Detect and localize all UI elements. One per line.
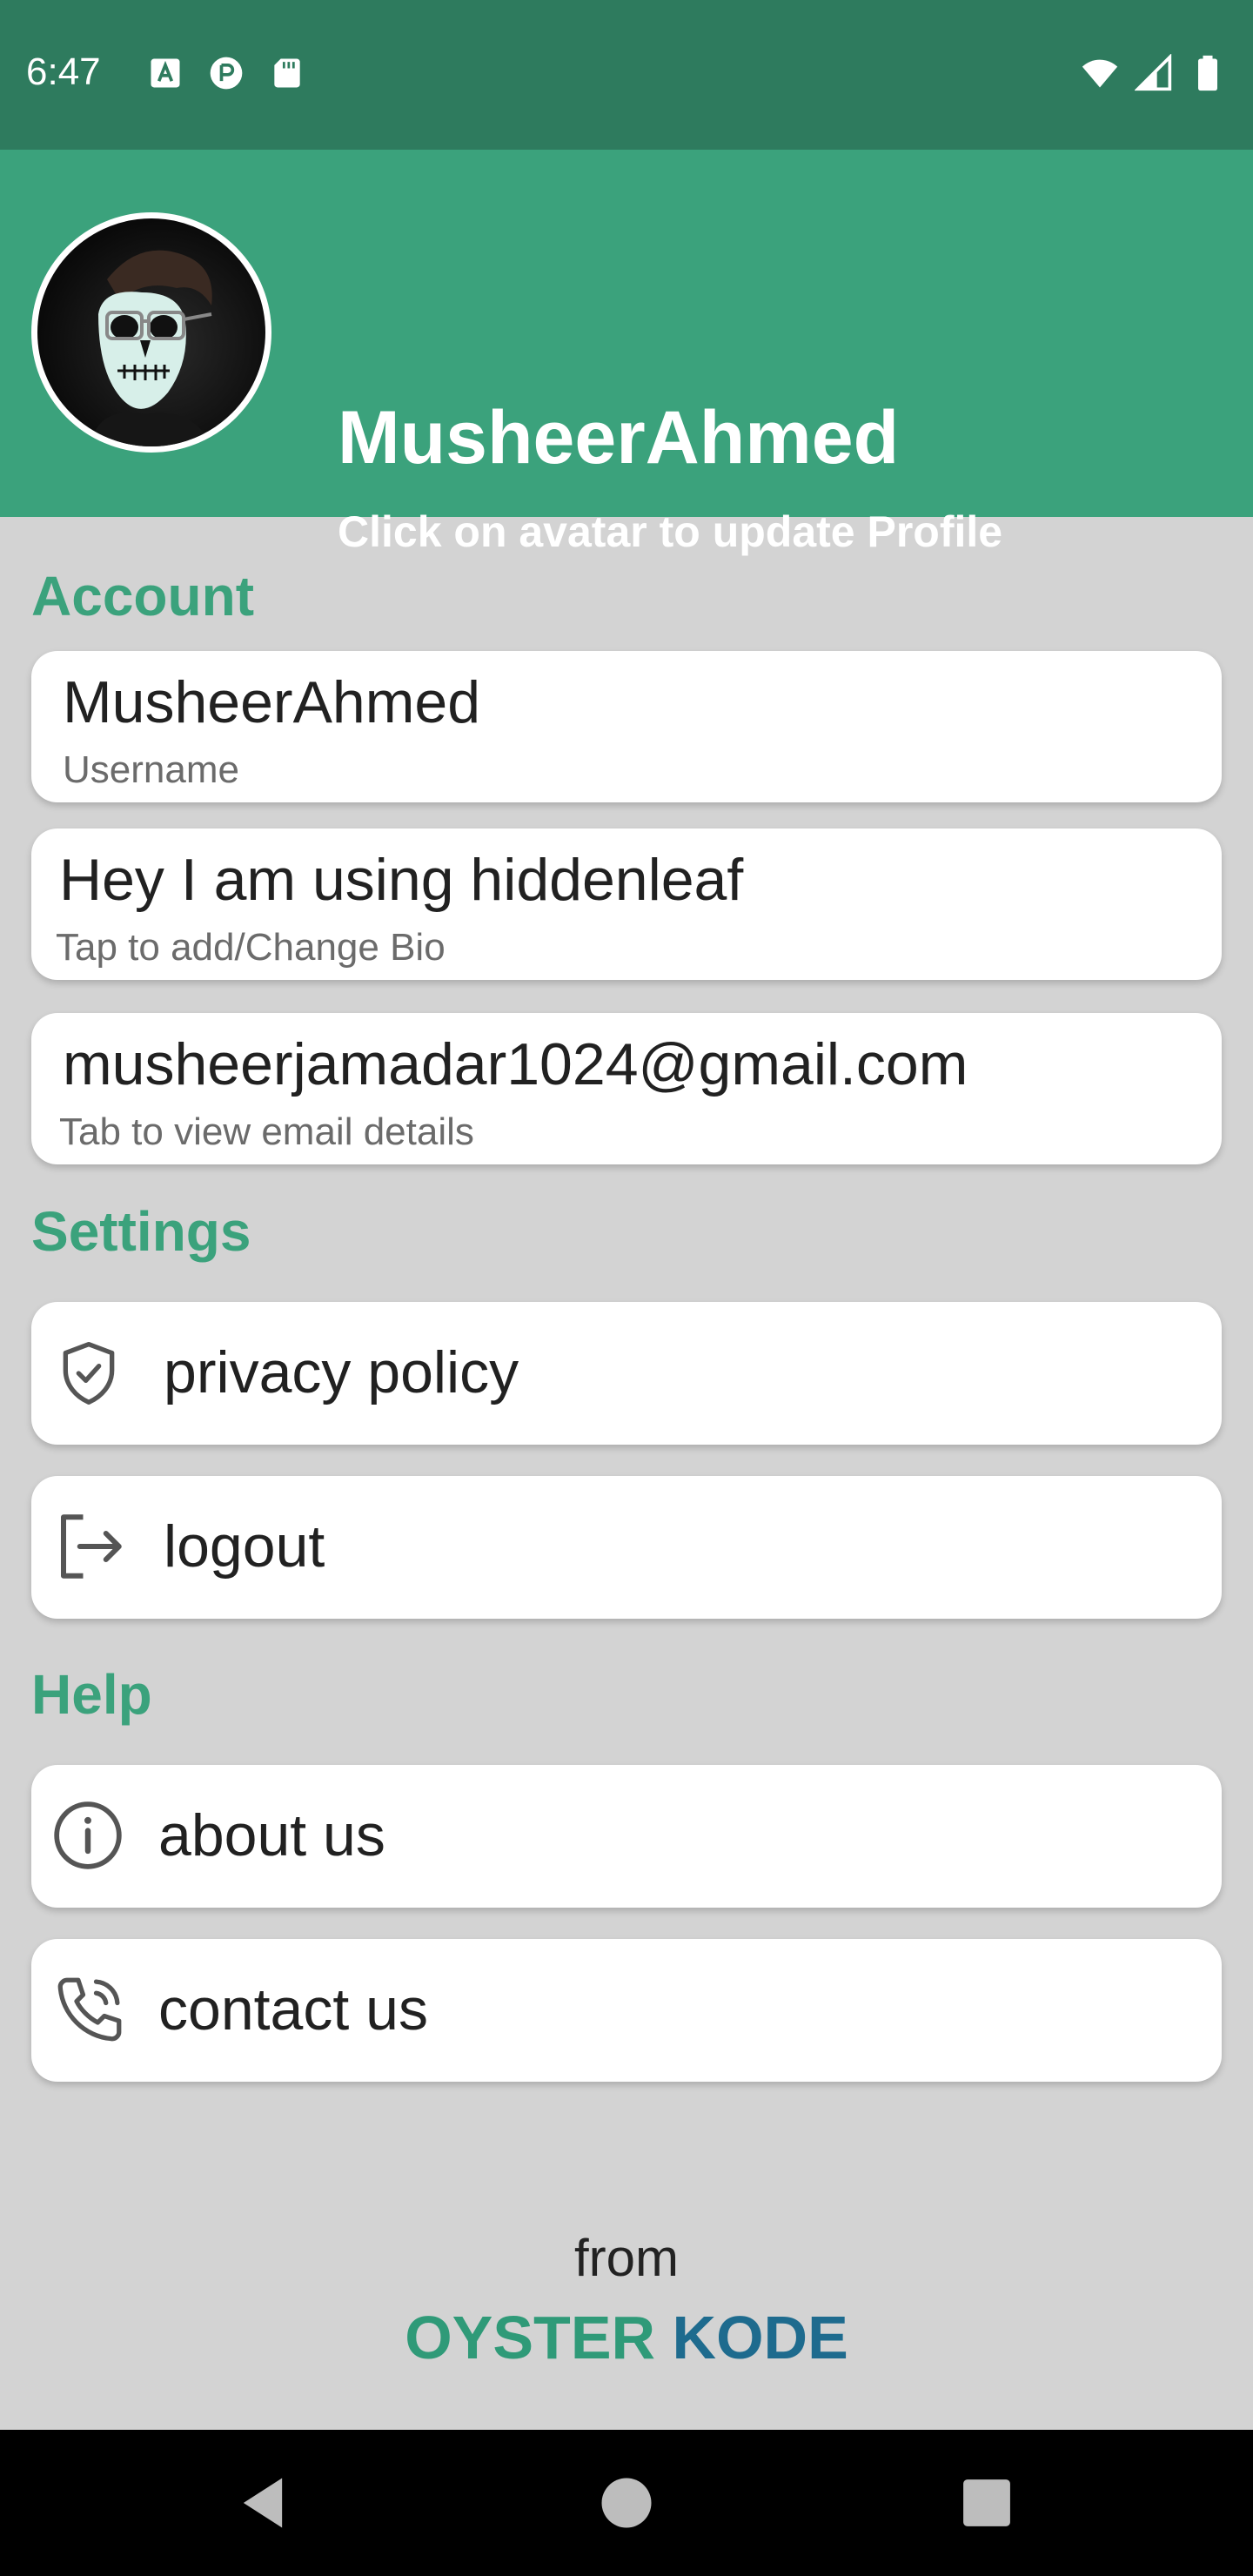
avatar[interactable] — [31, 212, 271, 453]
bio-label: Tap to add/Change Bio — [56, 926, 446, 969]
p-notification-icon — [210, 57, 243, 90]
avatar-image — [90, 250, 212, 446]
section-title-help: Help — [31, 1663, 152, 1726]
wifi-icon — [1082, 59, 1118, 88]
section-title-settings: Settings — [31, 1200, 251, 1263]
recents-icon[interactable] — [954, 2470, 1020, 2536]
status-time: 6:47 — [26, 50, 101, 93]
navigation-bar — [0, 2430, 1253, 2576]
about-us-item[interactable]: about us — [31, 1765, 1222, 1908]
sd-card-icon — [274, 58, 300, 88]
a-notification-icon — [151, 58, 180, 88]
privacy-policy-item[interactable]: privacy policy — [31, 1302, 1222, 1445]
brand-part-2: KODE — [672, 2304, 848, 2371]
bio-card[interactable]: Hey I am using hiddenleaf Tap to add/Cha… — [31, 828, 1222, 980]
username-value: MusheerAhmed — [63, 669, 481, 735]
shield-check-icon — [63, 1342, 115, 1405]
privacy-policy-label: privacy policy — [164, 1339, 519, 1405]
status-bar: 6:47 — [0, 0, 1253, 150]
battery-icon — [1198, 55, 1217, 91]
about-us-label: about us — [158, 1802, 385, 1868]
username-label: Username — [63, 748, 239, 791]
info-icon — [54, 1801, 122, 1869]
section-title-account: Account — [31, 565, 254, 627]
footer-brand: OYSTER KODE — [0, 2303, 1253, 2372]
logout-icon — [61, 1514, 122, 1579]
username-card[interactable]: MusheerAhmed Username — [31, 651, 1222, 802]
phone-call-icon — [57, 1977, 122, 2042]
contact-us-item[interactable]: contact us — [31, 1939, 1222, 2082]
bio-value: Hey I am using hiddenleaf — [59, 847, 744, 913]
email-label: Tab to view email details — [59, 1110, 474, 1153]
email-card[interactable]: musheerjamadar1024@gmail.com Tab to view… — [31, 1013, 1222, 1164]
back-icon[interactable] — [230, 2470, 296, 2536]
home-icon[interactable] — [593, 2470, 660, 2536]
logout-item[interactable]: logout — [31, 1476, 1222, 1619]
footer-from: from — [574, 2229, 679, 2287]
email-value: musheerjamadar1024@gmail.com — [63, 1031, 968, 1097]
signal-icon — [1135, 54, 1172, 91]
profile-name: MusheerAhmed — [338, 396, 900, 480]
profile-subtitle: Click on avatar to update Profile — [338, 507, 1003, 556]
brand-part-1: OYSTER — [405, 2304, 656, 2371]
system-icons — [1081, 54, 1227, 92]
logout-label: logout — [164, 1513, 325, 1580]
contact-us-label: contact us — [158, 1976, 428, 2043]
notification-icons — [146, 54, 306, 92]
